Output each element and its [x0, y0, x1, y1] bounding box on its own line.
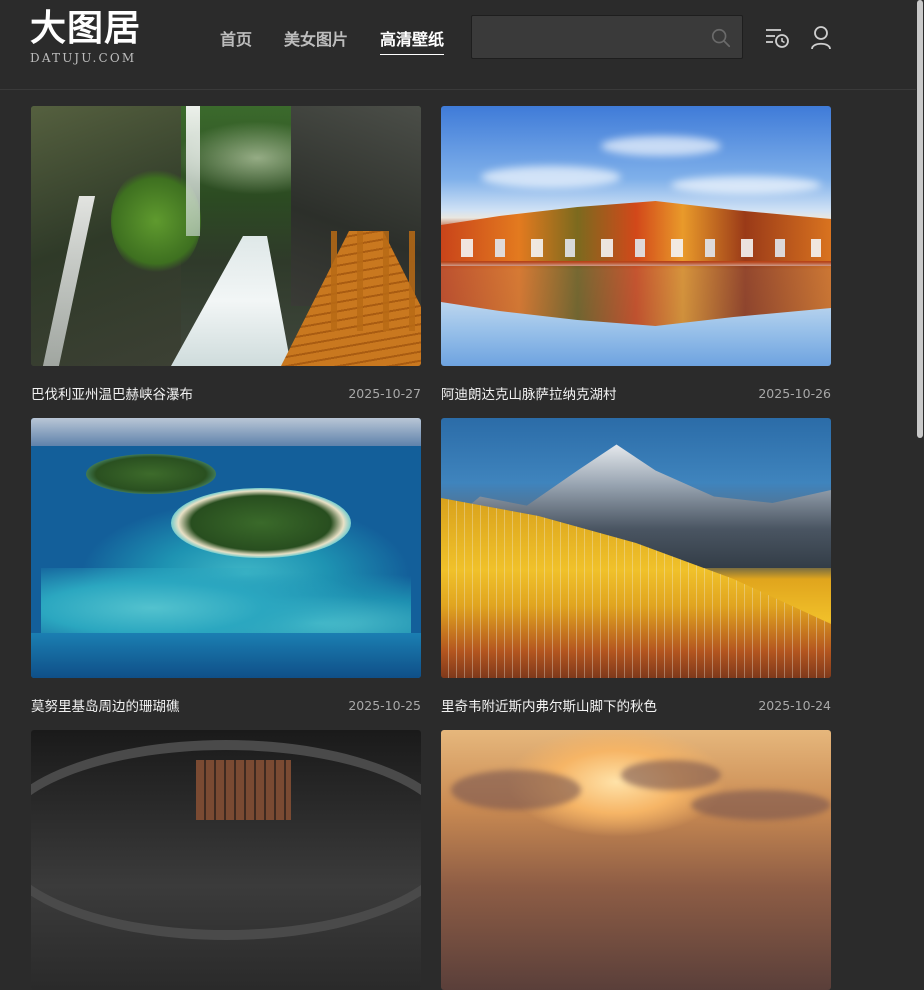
scrollbar-thumb[interactable]: [917, 0, 923, 438]
search-box: [471, 15, 743, 59]
wallpaper-thumbnail[interactable]: [441, 418, 831, 678]
search-input[interactable]: [472, 16, 702, 58]
wallpaper-thumbnail[interactable]: [31, 418, 421, 678]
search-icon[interactable]: [710, 27, 732, 49]
wallpaper-thumbnail[interactable]: [441, 106, 831, 366]
site-header: 大图居 DATUJU.COM 首页 美女图片 高清壁纸: [0, 0, 916, 90]
page-scrollbar[interactable]: [916, 0, 924, 816]
wallpaper-card[interactable]: 里奇韦附近斯内弗尔斯山脚下的秋色 2025-10-24: [441, 418, 831, 716]
card-meta: 巴伐利亚州温巴赫峡谷瀑布 2025-10-27: [31, 383, 421, 404]
nav-home[interactable]: 首页: [220, 26, 252, 55]
card-date: 2025-10-27: [348, 385, 421, 401]
user-icon[interactable]: [809, 25, 833, 51]
main-nav: 首页 美女图片 高清壁纸: [220, 26, 476, 55]
wallpaper-thumbnail[interactable]: [441, 730, 831, 990]
wallpaper-thumbnail[interactable]: [31, 106, 421, 366]
nav-beauty-pictures[interactable]: 美女图片: [284, 26, 348, 55]
wallpaper-card[interactable]: [441, 730, 831, 990]
card-meta: 里奇韦附近斯内弗尔斯山脚下的秋色 2025-10-24: [441, 695, 831, 716]
history-icon[interactable]: [764, 25, 790, 51]
wallpaper-card[interactable]: 阿迪朗达克山脉萨拉纳克湖村 2025-10-26: [441, 106, 831, 404]
logo-subtext: DATUJU.COM: [30, 51, 137, 65]
site-logo[interactable]: 大图居 DATUJU.COM: [30, 8, 141, 65]
logo-text: 大图居: [30, 8, 142, 49]
wallpaper-card[interactable]: 巴伐利亚州温巴赫峡谷瀑布 2025-10-27: [31, 106, 421, 404]
card-title[interactable]: 阿迪朗达克山脉萨拉纳克湖村: [441, 383, 617, 403]
wallpaper-card[interactable]: 莫努里基岛周边的珊瑚礁 2025-10-25: [31, 418, 421, 716]
nav-hd-wallpapers[interactable]: 高清壁纸: [380, 26, 445, 55]
card-title[interactable]: 莫努里基岛周边的珊瑚礁: [31, 695, 180, 715]
card-date: 2025-10-26: [758, 385, 831, 401]
card-meta: 阿迪朗达克山脉萨拉纳克湖村 2025-10-26: [441, 383, 831, 404]
card-title[interactable]: 里奇韦附近斯内弗尔斯山脚下的秋色: [441, 695, 657, 715]
card-title[interactable]: 巴伐利亚州温巴赫峡谷瀑布: [31, 383, 193, 403]
wallpaper-card[interactable]: [31, 730, 421, 990]
card-date: 2025-10-24: [758, 697, 831, 713]
card-date: 2025-10-25: [348, 697, 421, 713]
card-meta: 莫努里基岛周边的珊瑚礁 2025-10-25: [31, 695, 421, 716]
wallpaper-thumbnail[interactable]: [31, 730, 421, 990]
